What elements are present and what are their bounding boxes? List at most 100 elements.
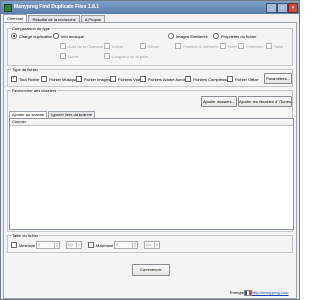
max-size-value: 0: [116, 242, 119, 247]
chevron-down-icon[interactable]: ▾: [76, 242, 81, 248]
checkbox-icon[interactable]: [60, 43, 66, 49]
checkbox-icon[interactable]: [266, 43, 272, 49]
checkbox-icon[interactable]: [104, 53, 110, 59]
mode-duplicate-label: Chargé duplication: [19, 33, 53, 39]
radio-icon[interactable]: [213, 33, 219, 39]
property-option-name[interactable]: Nom: [220, 43, 236, 49]
checkbox-icon[interactable]: [41, 76, 47, 82]
music-option-track-length[interactable]: Longueur de la piste: [104, 53, 148, 59]
comparison-group-title: Comparaison du type: [11, 26, 52, 31]
title-bar[interactable]: Manyprog Find Duplicate Files 1.8.1 _ □ …: [1, 1, 299, 14]
checkbox-icon[interactable]: [76, 76, 82, 82]
max-size-toggle[interactable]: Maximum: [88, 242, 113, 248]
mode-file-properties[interactable]: Propriétés du fichier: [213, 33, 257, 39]
min-size-label: Minimum: [19, 242, 36, 248]
type-office-label: Fichier Office: [235, 76, 259, 82]
parameters-button[interactable]: Paramètres...: [264, 73, 292, 84]
property-option-extension-label: Extension: [246, 43, 264, 49]
checkbox-icon[interactable]: [60, 53, 66, 59]
property-option-extension[interactable]: Extension: [238, 43, 264, 49]
type-images[interactable]: Fichier Images: [76, 76, 110, 82]
property-option-name-label: Nom: [228, 43, 237, 49]
min-size-unit-select[interactable]: Ko ▾: [66, 241, 82, 249]
window-title: Manyprog Find Duplicate Files 1.8.1: [14, 4, 100, 10]
type-office[interactable]: Fichier Office: [227, 76, 259, 82]
type-music[interactable]: Fichier Musique: [41, 76, 77, 82]
music-option-track-length-label: Longueur de la piste: [112, 53, 149, 59]
app-logo-icon: [4, 4, 12, 12]
type-music-label: Fichier Musique: [49, 76, 78, 82]
mode-music-info[interactable]: Info musique: [53, 33, 84, 39]
checkbox-icon[interactable]: [140, 43, 146, 49]
search-folders-group-title: Rechercher des dossiers: [11, 88, 58, 93]
type-compressed-label: Fichiers Compresser: [193, 76, 230, 82]
maximize-button[interactable]: □: [277, 3, 288, 13]
file-type-group-title: Type de fichier: [11, 67, 40, 72]
folder-subtabs: Ajouter au scanne Ignorer liers du scann…: [9, 111, 96, 118]
type-all-files-label: Tout Fichier: [19, 76, 40, 82]
checkbox-icon[interactable]: [104, 43, 110, 49]
checkbox-icon[interactable]: [88, 242, 94, 248]
max-size-spinner[interactable]: 0 ▴ ▾: [114, 241, 138, 249]
mode-file-properties-label: Propriétés du fichier: [221, 33, 257, 39]
music-option-album-label: Album: [148, 43, 160, 49]
spinner-arrows-icon[interactable]: ▴ ▾: [132, 242, 137, 248]
close-button[interactable]: ×: [288, 3, 298, 13]
type-acrobat[interactable]: Fichiers Adobe Acrobat: [140, 76, 189, 82]
max-size-unit-select[interactable]: Ko ▾: [144, 241, 160, 249]
app-window: Manyprog Find Duplicate Files 1.8.1 _ □ …: [0, 0, 300, 300]
min-size-value: 0: [38, 242, 41, 247]
spinner-arrows-icon[interactable]: ▴ ▾: [54, 242, 59, 248]
type-all-files[interactable]: Tout Fichier: [11, 75, 40, 82]
add-folders-button[interactable]: Ajouter dossiers...: [201, 96, 237, 107]
min-size-spinner[interactable]: 0 ▴ ▾: [36, 241, 60, 249]
minimize-button[interactable]: _: [266, 3, 277, 13]
folder-list[interactable]: Chemin: [9, 118, 294, 230]
music-option-artist-label: Artiste: [112, 43, 124, 49]
search-panel: Comparaison du type Chargé duplication I…: [3, 22, 297, 299]
chevron-down-icon[interactable]: ▾: [154, 242, 159, 248]
footer: Enregistrer http://manyprog.com: [4, 285, 296, 298]
max-size-unit: Ko: [146, 242, 151, 247]
min-size-unit: Ko: [68, 242, 73, 247]
checkbox-icon[interactable]: [11, 242, 17, 248]
checkbox-icon[interactable]: [175, 43, 181, 49]
checkbox-icon[interactable]: [227, 76, 233, 82]
radio-icon[interactable]: [53, 33, 59, 39]
max-size-label: Maximum: [96, 242, 114, 248]
type-images-label: Fichier Images: [84, 76, 111, 82]
subtab-add-to-scan[interactable]: Ajouter au scanne: [9, 111, 48, 118]
mode-similar-images[interactable]: Images Similaires: [168, 33, 208, 39]
type-acrobat-label: Fichiers Adobe Acrobat: [148, 76, 190, 82]
subtab-ignore-from-scan[interactable]: Ignorer liers du scanne: [48, 111, 95, 118]
checkbox-checked-icon[interactable]: [11, 75, 17, 82]
music-option-duration[interactable]: Durée: [60, 53, 79, 59]
checkbox-icon[interactable]: [220, 43, 226, 49]
file-size-group: Taille du fichier Minimum 0 ▴ ▾ Ko ▾ Maxi…: [7, 233, 293, 253]
radio-icon[interactable]: [168, 33, 174, 39]
flag-icon: [244, 290, 252, 296]
radio-selected-icon[interactable]: [11, 33, 17, 39]
comparison-group: Comparaison du type Chargé duplication I…: [7, 26, 293, 66]
music-option-duration-label: Durée: [68, 53, 79, 59]
mode-music-info-label: Info musique: [61, 33, 84, 39]
mode-duplicate[interactable]: Chargé duplication: [11, 33, 52, 39]
website-link[interactable]: http://manyprog.com: [252, 290, 288, 295]
music-option-album[interactable]: Album: [140, 43, 159, 49]
file-size-group-title: Taille du fichier: [11, 233, 40, 238]
checkbox-icon[interactable]: [140, 76, 146, 82]
music-option-artist[interactable]: Artiste: [104, 43, 123, 49]
property-option-size[interactable]: Taille: [266, 43, 283, 49]
path-column-header[interactable]: Chemin: [10, 119, 293, 126]
music-option-title-label: Auto de la Chanson: [68, 43, 104, 49]
checkbox-icon[interactable]: [185, 76, 191, 82]
image-option-rotation[interactable]: Rotation & similarité: [175, 43, 219, 49]
start-button[interactable]: Commencer: [132, 264, 170, 276]
add-itunes-libraries-button[interactable]: Ajouter les librairies d' iTunes...: [238, 96, 294, 107]
music-option-title[interactable]: Auto de la Chanson: [60, 43, 103, 49]
checkbox-icon[interactable]: [238, 43, 244, 49]
mode-similar-images-label: Images Similaires: [176, 33, 208, 39]
min-size-toggle[interactable]: Minimum: [11, 242, 35, 248]
checkbox-icon[interactable]: [110, 76, 116, 82]
type-compressed[interactable]: Fichiers Compresser: [185, 76, 230, 82]
